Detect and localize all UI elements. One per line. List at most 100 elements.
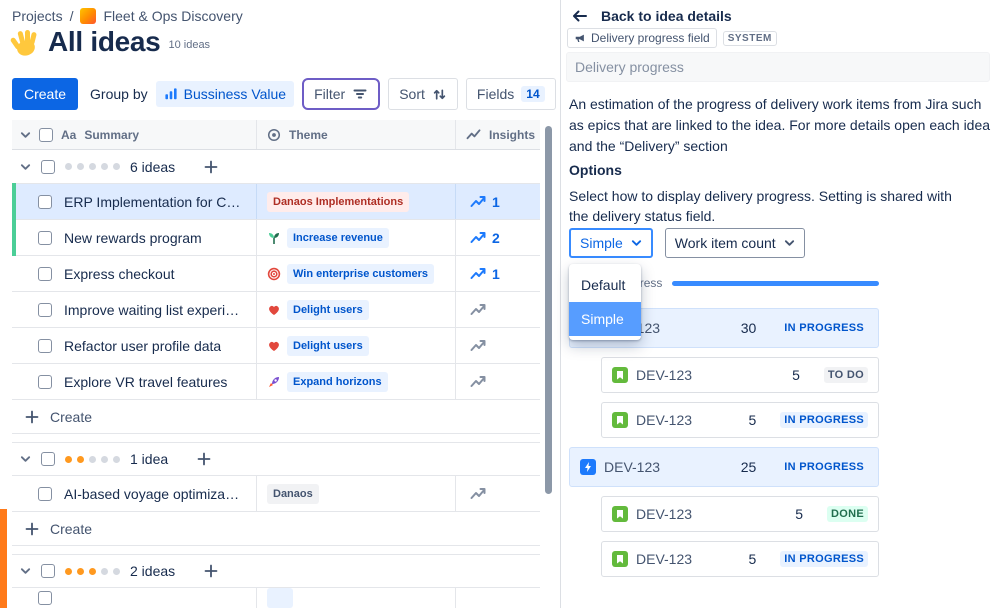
filter-label: Filter bbox=[314, 86, 346, 102]
group-header: 6 ideas bbox=[12, 150, 540, 184]
work-item-count: 5 bbox=[748, 551, 757, 567]
add-idea-button[interactable] bbox=[201, 157, 221, 177]
menu-item-default[interactable]: Default bbox=[569, 268, 641, 302]
trend-icon[interactable] bbox=[470, 303, 486, 317]
idea-summary[interactable]: Express checkout bbox=[64, 266, 175, 282]
work-item-card: DEV-123 5 IN PROGRESS bbox=[601, 541, 879, 577]
ideas-table: Aa Summary Theme Insights 6 ideas ERP Im… bbox=[12, 120, 540, 608]
story-icon bbox=[612, 367, 628, 383]
theme-tag-partial[interactable] bbox=[267, 588, 293, 608]
filter-icon bbox=[352, 86, 368, 102]
fields-button[interactable]: Fields 14 bbox=[465, 78, 556, 110]
breadcrumb-projects-link[interactable]: Projects bbox=[12, 8, 63, 24]
idea-summary[interactable]: AI-based voyage optimization bbox=[64, 486, 242, 502]
rocket-icon bbox=[267, 375, 281, 389]
work-item-count: 5 bbox=[748, 412, 757, 428]
row-checkbox[interactable] bbox=[38, 338, 52, 353]
field-chip-row: Delivery progress field SYSTEM bbox=[567, 28, 777, 48]
idea-summary[interactable]: ERP Implementation for Clie... bbox=[64, 194, 242, 210]
sort-label: Sort bbox=[399, 86, 425, 102]
field-name-input[interactable] bbox=[566, 52, 990, 82]
menu-item-simple[interactable]: Simple bbox=[569, 302, 641, 336]
trend-icon[interactable] bbox=[470, 339, 486, 353]
insights-column-header: Insights bbox=[456, 120, 540, 149]
app-root: Projects / Fleet & Ops Discovery All ide… bbox=[0, 0, 999, 608]
group-checkbox[interactable] bbox=[41, 564, 55, 578]
row-checkbox[interactable] bbox=[38, 266, 52, 281]
trend-icon[interactable] bbox=[470, 375, 486, 389]
theme-tag[interactable]: Increase revenue bbox=[287, 227, 389, 248]
trend-icon[interactable] bbox=[470, 487, 486, 501]
theme-column-label: Theme bbox=[289, 127, 328, 142]
insights-count[interactable]: 1 bbox=[492, 266, 500, 282]
plus-icon bbox=[25, 522, 39, 535]
row-checkbox[interactable] bbox=[38, 302, 52, 317]
options-selects-row: Simple Work item count bbox=[569, 228, 805, 258]
breadcrumb-project-link[interactable]: Fleet & Ops Discovery bbox=[103, 8, 242, 24]
summary-column-header: Aa Summary bbox=[12, 120, 257, 149]
row-checkbox[interactable] bbox=[38, 591, 52, 605]
bar-chart-icon bbox=[164, 87, 178, 101]
row-checkbox[interactable] bbox=[38, 374, 52, 389]
group-count: 6 ideas bbox=[130, 158, 176, 175]
fields-label: Fields bbox=[476, 86, 515, 102]
create-idea-row[interactable]: Create bbox=[12, 400, 540, 434]
heart-icon bbox=[267, 303, 281, 317]
display-mode-select[interactable]: Simple bbox=[569, 228, 653, 258]
idea-summary[interactable]: Improve waiting list experie... bbox=[64, 302, 242, 318]
chevron-down-icon[interactable] bbox=[20, 567, 31, 575]
chevron-down-icon bbox=[631, 239, 642, 247]
trend-icon bbox=[470, 267, 486, 281]
chevron-down-icon[interactable] bbox=[20, 455, 31, 463]
select-all-checkbox[interactable] bbox=[39, 127, 53, 142]
field-type-chip: Delivery progress field bbox=[567, 28, 717, 48]
work-item-count: 5 bbox=[792, 367, 800, 383]
group-by-field-chip[interactable]: Bussiness Value bbox=[155, 81, 295, 107]
filter-button[interactable]: Filter bbox=[302, 78, 381, 110]
sort-arrows-icon bbox=[432, 87, 447, 102]
theme-tag[interactable]: Danaos Implementations bbox=[267, 191, 410, 212]
group-count: 2 ideas bbox=[130, 563, 176, 579]
theme-tag[interactable]: Win enterprise customers bbox=[287, 263, 434, 284]
sort-button[interactable]: Sort bbox=[388, 78, 458, 110]
vertical-scrollbar[interactable] bbox=[545, 126, 552, 494]
create-idea-row[interactable]: Create bbox=[12, 512, 540, 546]
insights-count[interactable]: 2 bbox=[492, 230, 500, 246]
page-title-row: All ideas 10 ideas bbox=[10, 26, 210, 58]
group-checkbox[interactable] bbox=[41, 159, 55, 174]
idea-summary[interactable]: Refactor user profile data bbox=[64, 338, 221, 354]
work-item-count: 25 bbox=[740, 459, 757, 475]
theme-column-header: Theme bbox=[257, 120, 456, 149]
row-checkbox[interactable] bbox=[38, 486, 52, 501]
row-checkbox[interactable] bbox=[38, 230, 52, 245]
idea-count: 10 ideas bbox=[168, 39, 211, 51]
table-row: Express checkout Win enterprise customer… bbox=[12, 256, 540, 292]
table-row: New rewards program Increase revenue 2 bbox=[12, 219, 540, 256]
collapse-all-chevron-icon[interactable] bbox=[20, 131, 31, 139]
status-badge: IN PROGRESS bbox=[780, 320, 868, 336]
add-idea-button[interactable] bbox=[194, 449, 214, 469]
work-item-count-select[interactable]: Work item count bbox=[664, 228, 805, 258]
back-button[interactable]: Back to idea details bbox=[571, 4, 732, 28]
work-item-key: DEV-123 bbox=[636, 551, 693, 567]
idea-summary[interactable]: Explore VR travel features bbox=[64, 374, 227, 390]
group-checkbox[interactable] bbox=[41, 452, 55, 466]
row-checkbox[interactable] bbox=[38, 194, 52, 209]
megaphone-icon bbox=[574, 32, 586, 44]
trend-icon bbox=[470, 231, 486, 245]
insights-count[interactable]: 1 bbox=[492, 194, 500, 210]
theme-tag[interactable]: Danaos bbox=[267, 483, 319, 504]
add-idea-button[interactable] bbox=[201, 561, 221, 581]
group-count: 1 idea bbox=[130, 451, 169, 467]
theme-tag[interactable]: Expand horizons bbox=[287, 371, 388, 392]
breadcrumb: Projects / Fleet & Ops Discovery bbox=[12, 8, 243, 24]
chevron-down-icon[interactable] bbox=[20, 163, 31, 171]
create-button[interactable]: Create bbox=[12, 78, 79, 110]
status-badge: TO DO bbox=[823, 367, 868, 383]
project-avatar-icon bbox=[80, 8, 97, 24]
create-row-label: Create bbox=[50, 520, 93, 537]
theme-tag[interactable]: Delight users bbox=[287, 299, 369, 320]
idea-summary[interactable]: New rewards program bbox=[64, 230, 202, 246]
theme-tag[interactable]: Delight users bbox=[287, 335, 369, 356]
table-row: Explore VR travel features Expand horizo… bbox=[12, 364, 540, 400]
